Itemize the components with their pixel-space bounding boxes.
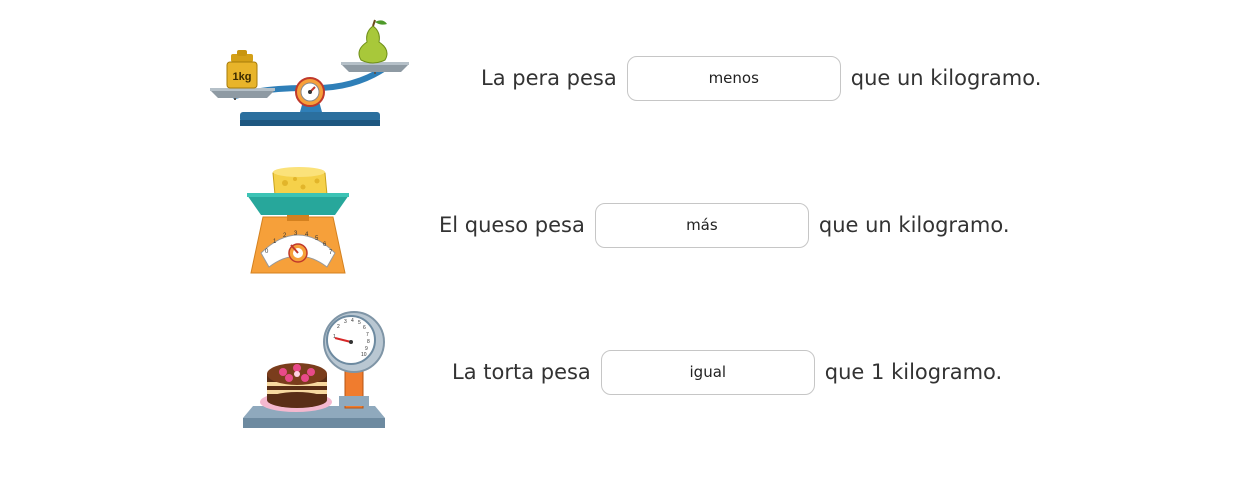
svg-text:8: 8 [367,339,370,345]
svg-text:3: 3 [344,319,347,325]
sentence-2: El queso pesa más que un kilogramo. [439,201,1010,249]
answer-value: más [686,216,718,234]
platform-scale-illustration: 1 2 3 4 5 6 7 8 9 10 [241,310,391,432]
kitchen-scale-illustration: 0 1 2 3 4 5 6 7 [243,165,353,277]
sentence-1: La pera pesa menos que un kilogramo. [481,54,1041,102]
weight-label: 1kg [233,71,252,83]
svg-text:4: 4 [351,318,354,324]
answer-value: igual [689,363,727,381]
sentence-3: La torta pesa igual que 1 kilogramo. [452,348,1002,396]
svg-text:10: 10 [361,352,367,358]
svg-text:7: 7 [366,332,369,338]
sentence-suffix: que 1 kilogramo. [824,360,1003,384]
answer-dropdown-2[interactable]: más [594,202,809,248]
answer-dropdown-3[interactable]: igual [600,349,815,395]
sentence-prefix: La torta pesa [452,360,591,384]
svg-text:5: 5 [358,320,361,326]
sentence-prefix: La pera pesa [481,66,617,90]
sentence-prefix: El queso pesa [439,213,585,237]
sentence-suffix: que un kilogramo. [850,66,1042,90]
svg-text:2: 2 [337,324,340,330]
balance-scale-illustration: 1kg [205,18,415,133]
sentence-suffix: que un kilogramo. [818,213,1010,237]
answer-dropdown-1[interactable]: menos [626,55,841,101]
svg-text:6: 6 [363,325,366,331]
answer-value: menos [708,69,759,87]
